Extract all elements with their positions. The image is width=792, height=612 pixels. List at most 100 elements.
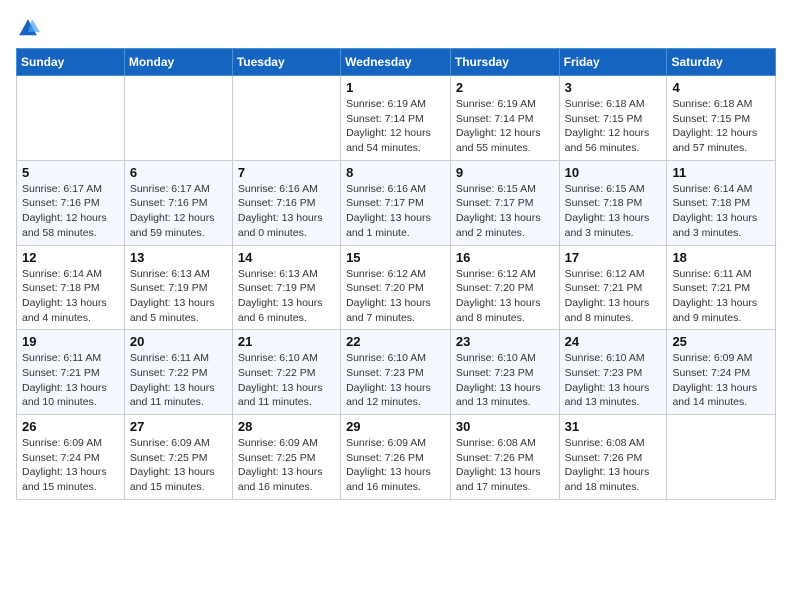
day-cell: 11 Sunrise: 6:14 AMSunset: 7:18 PMDayligh… [667,160,776,245]
day-number: 28 [238,419,335,434]
day-number: 14 [238,250,335,265]
day-number: 25 [672,334,770,349]
day-info: Sunrise: 6:10 AMSunset: 7:22 PMDaylight:… [238,351,335,410]
day-info: Sunrise: 6:12 AMSunset: 7:21 PMDaylight:… [565,267,662,326]
day-info: Sunrise: 6:09 AMSunset: 7:24 PMDaylight:… [22,436,119,495]
day-cell: 14Sunrise: 6:13 AMSunset: 7:19 PMDayligh… [232,245,340,330]
header-monday: Monday [124,49,232,76]
day-cell: 19 Sunrise: 6:11 AMSunset: 7:21 PMDayligh… [17,330,125,415]
header-tuesday: Tuesday [232,49,340,76]
day-info: Sunrise: 6:18 AMSunset: 7:15 PMDaylight:… [565,97,662,156]
day-number: 15 [346,250,445,265]
day-number: 1 [346,80,445,95]
week-row-4: 19 Sunrise: 6:11 AMSunset: 7:21 PMDayligh… [17,330,776,415]
day-cell: 25Sunrise: 6:09 AMSunset: 7:24 PMDayligh… [667,330,776,415]
header-sunday: Sunday [17,49,125,76]
day-cell [17,76,125,161]
day-cell: 10 Sunrise: 6:15 AMSunset: 7:18 PMDayligh… [559,160,667,245]
day-cell: 20Sunrise: 6:11 AMSunset: 7:22 PMDayligh… [124,330,232,415]
calendar-header-row: SundayMondayTuesdayWednesdayThursdayFrid… [17,49,776,76]
day-cell: 31 Sunrise: 6:08 AMSunset: 7:26 PMDayligh… [559,415,667,500]
day-info: Sunrise: 6:12 AMSunset: 7:20 PMDaylight:… [346,267,445,326]
day-cell: 23 Sunrise: 6:10 AMSunset: 7:23 PMDayligh… [450,330,559,415]
day-info: Sunrise: 6:14 AMSunset: 7:18 PMDaylight:… [672,182,770,241]
day-number: 19 [22,334,119,349]
day-info: Sunrise: 6:09 AMSunset: 7:25 PMDaylight:… [238,436,335,495]
day-number: 16 [456,250,554,265]
week-row-3: 12 Sunrise: 6:14 AMSunset: 7:18 PMDayligh… [17,245,776,330]
day-cell: 27 Sunrise: 6:09 AMSunset: 7:25 PMDayligh… [124,415,232,500]
day-cell: 4 Sunrise: 6:18 AMSunset: 7:15 PMDaylight… [667,76,776,161]
day-number: 23 [456,334,554,349]
week-row-5: 26Sunrise: 6:09 AMSunset: 7:24 PMDayligh… [17,415,776,500]
day-cell [232,76,340,161]
day-number: 10 [565,165,662,180]
day-cell: 5 Sunrise: 6:17 AMSunset: 7:16 PMDaylight… [17,160,125,245]
day-cell: 7 Sunrise: 6:16 AMSunset: 7:16 PMDaylight… [232,160,340,245]
day-number: 7 [238,165,335,180]
day-cell: 30 Sunrise: 6:08 AMSunset: 7:26 PMDayligh… [450,415,559,500]
day-cell: 3 Sunrise: 6:18 AMSunset: 7:15 PMDaylight… [559,76,667,161]
day-info: Sunrise: 6:15 AMSunset: 7:18 PMDaylight:… [565,182,662,241]
day-number: 3 [565,80,662,95]
day-number: 8 [346,165,445,180]
day-number: 18 [672,250,770,265]
day-cell: 29 Sunrise: 6:09 AMSunset: 7:26 PMDayligh… [341,415,451,500]
day-info: Sunrise: 6:11 AMSunset: 7:21 PMDaylight:… [22,351,119,410]
day-number: 20 [130,334,227,349]
day-cell: 8 Sunrise: 6:16 AMSunset: 7:17 PMDaylight… [341,160,451,245]
week-row-2: 5 Sunrise: 6:17 AMSunset: 7:16 PMDaylight… [17,160,776,245]
day-number: 21 [238,334,335,349]
logo-icon [16,16,40,40]
day-number: 31 [565,419,662,434]
day-info: Sunrise: 6:19 AMSunset: 7:14 PMDaylight:… [456,97,554,156]
day-cell: 21 Sunrise: 6:10 AMSunset: 7:22 PMDayligh… [232,330,340,415]
day-cell: 1 Sunrise: 6:19 AMSunset: 7:14 PMDaylight… [341,76,451,161]
day-info: Sunrise: 6:08 AMSunset: 7:26 PMDaylight:… [456,436,554,495]
day-cell: 16Sunrise: 6:12 AMSunset: 7:20 PMDayligh… [450,245,559,330]
day-info: Sunrise: 6:09 AMSunset: 7:25 PMDaylight:… [130,436,227,495]
day-cell: 2Sunrise: 6:19 AMSunset: 7:14 PMDaylight… [450,76,559,161]
day-info: Sunrise: 6:10 AMSunset: 7:23 PMDaylight:… [456,351,554,410]
day-cell [667,415,776,500]
day-number: 5 [22,165,119,180]
day-cell: 18 Sunrise: 6:11 AMSunset: 7:21 PMDayligh… [667,245,776,330]
day-info: Sunrise: 6:09 AMSunset: 7:26 PMDaylight:… [346,436,445,495]
day-number: 29 [346,419,445,434]
day-number: 9 [456,165,554,180]
day-number: 6 [130,165,227,180]
day-info: Sunrise: 6:16 AMSunset: 7:16 PMDaylight:… [238,182,335,241]
header-friday: Friday [559,49,667,76]
day-number: 30 [456,419,554,434]
day-info: Sunrise: 6:10 AMSunset: 7:23 PMDaylight:… [346,351,445,410]
day-cell: 6Sunrise: 6:17 AMSunset: 7:16 PMDaylight… [124,160,232,245]
day-number: 4 [672,80,770,95]
day-info: Sunrise: 6:08 AMSunset: 7:26 PMDaylight:… [565,436,662,495]
day-info: Sunrise: 6:19 AMSunset: 7:14 PMDaylight:… [346,97,445,156]
day-info: Sunrise: 6:11 AMSunset: 7:21 PMDaylight:… [672,267,770,326]
day-cell [124,76,232,161]
day-number: 27 [130,419,227,434]
day-info: Sunrise: 6:16 AMSunset: 7:17 PMDaylight:… [346,182,445,241]
day-cell: 9Sunrise: 6:15 AMSunset: 7:17 PMDaylight… [450,160,559,245]
day-info: Sunrise: 6:18 AMSunset: 7:15 PMDaylight:… [672,97,770,156]
week-row-1: 1 Sunrise: 6:19 AMSunset: 7:14 PMDaylight… [17,76,776,161]
day-number: 24 [565,334,662,349]
calendar-table: SundayMondayTuesdayWednesdayThursdayFrid… [16,48,776,500]
header-wednesday: Wednesday [341,49,451,76]
day-number: 13 [130,250,227,265]
day-number: 17 [565,250,662,265]
day-number: 11 [672,165,770,180]
day-number: 12 [22,250,119,265]
day-cell: 13Sunrise: 6:13 AMSunset: 7:19 PMDayligh… [124,245,232,330]
day-cell: 17 Sunrise: 6:12 AMSunset: 7:21 PMDayligh… [559,245,667,330]
day-info: Sunrise: 6:14 AMSunset: 7:18 PMDaylight:… [22,267,119,326]
header-saturday: Saturday [667,49,776,76]
day-info: Sunrise: 6:17 AMSunset: 7:16 PMDaylight:… [22,182,119,241]
day-cell: 24Sunrise: 6:10 AMSunset: 7:23 PMDayligh… [559,330,667,415]
page-header [16,16,776,40]
header-thursday: Thursday [450,49,559,76]
day-cell: 12 Sunrise: 6:14 AMSunset: 7:18 PMDayligh… [17,245,125,330]
day-cell: 15 Sunrise: 6:12 AMSunset: 7:20 PMDayligh… [341,245,451,330]
day-cell: 26Sunrise: 6:09 AMSunset: 7:24 PMDayligh… [17,415,125,500]
